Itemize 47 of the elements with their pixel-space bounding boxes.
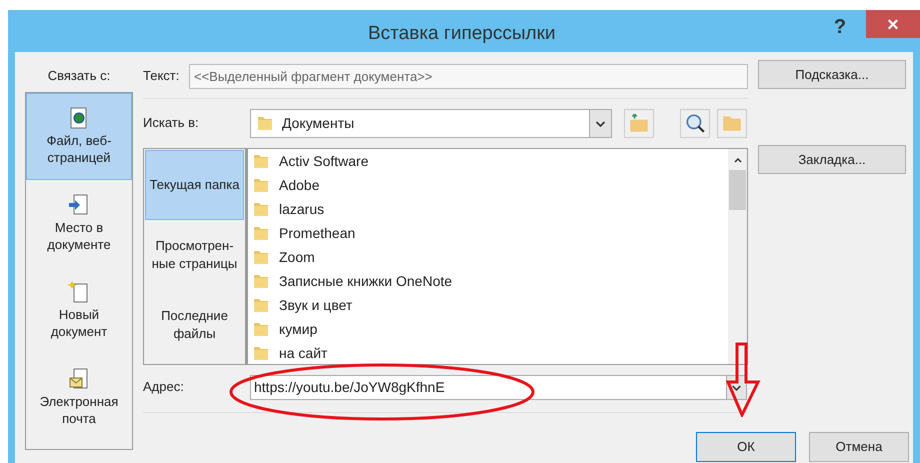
link-type-item[interactable]: Новый документ (26, 266, 132, 354)
folder-item[interactable]: Записные книжки OneNote (252, 269, 728, 293)
up-folder-button[interactable] (624, 108, 654, 138)
look-in-label: Искать в: (143, 114, 200, 132)
text-field[interactable]: <<Выделенный фрагмент документа>> (189, 64, 748, 88)
folder-icon (252, 224, 270, 242)
browse-web-button[interactable] (680, 108, 710, 138)
window-title: Вставка гиперссылки (368, 22, 556, 46)
dropdown-chevron-icon (589, 110, 611, 136)
folder-icon (252, 200, 270, 218)
folder-item[interactable]: Zoom (252, 245, 728, 269)
nav-tab[interactable]: Последние файлы (144, 290, 245, 360)
folder-item[interactable]: lazarus (252, 197, 728, 221)
address-label: Адрес: (143, 378, 185, 396)
folder-icon (252, 248, 270, 266)
scroll-up-icon (732, 155, 742, 165)
folder-item[interactable]: на сайт (252, 341, 728, 364)
help-button[interactable]: ? (828, 12, 852, 40)
folder-icon (252, 176, 270, 194)
folder-icon (252, 152, 270, 170)
scrollbar-thumb[interactable] (729, 170, 746, 210)
close-button[interactable]: × (866, 10, 920, 38)
link-type-item[interactable]: Файл, веб-страницей (26, 92, 132, 180)
text-label: Текст: (143, 67, 180, 86)
folder-item[interactable]: Promethean (252, 221, 728, 245)
link-type-item[interactable]: Электронная почта (26, 354, 132, 440)
link-type-item[interactable]: Место в документе (26, 180, 132, 266)
browse-file-button[interactable] (717, 108, 747, 138)
folder-item[interactable]: Adobe (252, 173, 728, 197)
folder-icon (252, 272, 270, 290)
hint-button[interactable]: Подсказка... (758, 60, 906, 89)
folder-item[interactable]: кумир (252, 317, 728, 341)
folder-icon (256, 114, 274, 132)
ok-button[interactable]: ОК (696, 432, 796, 462)
folder-up-icon (628, 112, 650, 134)
folder-item[interactable]: Activ Software (252, 149, 728, 173)
cancel-button[interactable]: Отмена (809, 432, 909, 462)
bookmark-button[interactable]: Закладка... (758, 145, 906, 174)
folder-icon (252, 344, 270, 362)
folder-icon (252, 320, 270, 338)
nav-tab[interactable]: Просмотрен-ные страницы (144, 220, 245, 290)
nav-tab[interactable]: Текущая папка (145, 150, 244, 220)
address-field[interactable]: https://youtu.be/JoYW8gKfhnE (250, 374, 747, 400)
folder-item[interactable]: Звук и цвет (252, 293, 728, 317)
link-to-label: Связать с: (48, 67, 110, 85)
look-in-dropdown[interactable]: Документы (250, 108, 612, 138)
folder-icon (252, 296, 270, 314)
